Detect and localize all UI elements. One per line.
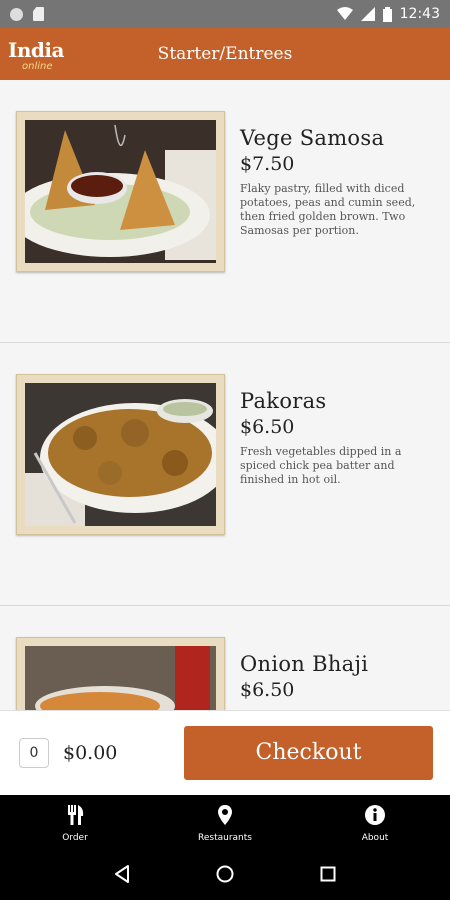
recents-button[interactable] — [316, 862, 340, 886]
tab-restaurants[interactable]: Restaurants — [150, 795, 300, 848]
status-time: 12:43 — [399, 6, 440, 22]
menu-item-name: Onion Bhaji — [240, 652, 369, 676]
menu-item-vege-samosa[interactable]: Vege Samosa $7.50 Flaky pastry, filled w… — [0, 80, 450, 343]
onion-bhaji-photo — [25, 646, 216, 710]
back-button[interactable] — [110, 862, 134, 886]
map-pin-icon — [218, 805, 232, 825]
pakoras-photo — [25, 383, 216, 526]
menu-item-description: Flaky pastry, filled with diced potatoes… — [240, 182, 416, 237]
menu-item-description: Fresh vegetables dipped in a spiced chic… — [240, 445, 402, 486]
menu-item-price: $6.50 — [240, 679, 295, 701]
notification-dot-icon — [10, 7, 23, 21]
tab-label: Restaurants — [198, 833, 252, 843]
app-bar: little India online Starter/Entrees — [0, 28, 450, 80]
status-bar: 12:43 — [0, 0, 450, 28]
menu-item-price: $6.50 — [240, 416, 295, 438]
menu-item-name: Pakoras — [240, 389, 327, 413]
menu-item-price: $7.50 — [240, 153, 295, 175]
tab-order[interactable]: Order — [0, 795, 150, 848]
system-nav-bar — [0, 848, 450, 900]
tab-label: About — [361, 833, 389, 843]
menu-item-photo-frame — [16, 637, 225, 710]
tab-about[interactable]: About — [300, 795, 450, 848]
tab-label: Order — [62, 833, 88, 843]
menu-item-photo-frame — [16, 111, 225, 272]
home-button[interactable] — [213, 862, 237, 886]
cart-total: $0.00 — [63, 742, 118, 764]
bottom-tab-bar: Order Restaurants About — [0, 795, 450, 848]
menu-item-pakoras[interactable]: Pakoras $6.50 Fresh vegetables dipped in… — [0, 343, 450, 606]
checkout-button[interactable]: Checkout — [184, 726, 433, 780]
fork-knife-icon — [68, 805, 84, 825]
sim-card-icon — [33, 7, 44, 21]
menu-item-name: Vege Samosa — [240, 126, 385, 150]
menu-item-onion-bhaji[interactable]: Onion Bhaji $6.50 — [0, 606, 450, 710]
page-title: Starter/Entrees — [157, 44, 293, 64]
back-triangle-icon — [114, 865, 129, 883]
menu-list[interactable]: Vege Samosa $7.50 Flaky pastry, filled w… — [0, 80, 450, 710]
battery-icon — [382, 6, 392, 22]
menu-item-photo-frame — [16, 374, 225, 535]
cell-signal-icon — [360, 7, 375, 21]
wifi-icon — [336, 7, 353, 20]
cart-quantity-badge: 0 — [19, 738, 49, 768]
recents-square-icon — [320, 866, 336, 882]
home-circle-icon — [216, 865, 234, 883]
info-icon — [365, 805, 385, 825]
samosa-photo — [25, 120, 216, 263]
